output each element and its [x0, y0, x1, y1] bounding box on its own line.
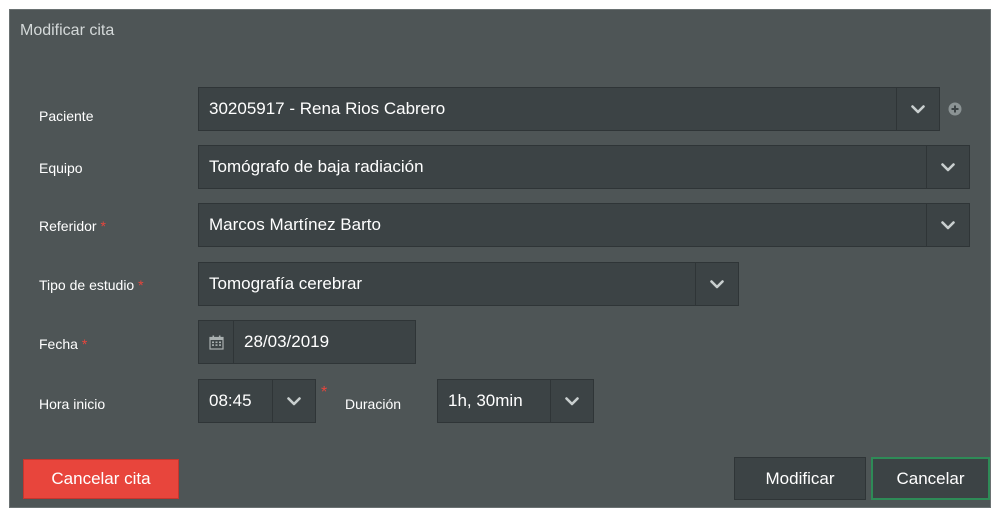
hora-inicio-select[interactable]: 08:45 — [198, 379, 316, 423]
dialog-title: Modificar cita — [20, 22, 115, 39]
hora-inicio-label: Hora inicio — [39, 396, 106, 412]
cancel-button[interactable]: Cancelar — [871, 457, 990, 500]
paciente-label: Paciente — [39, 108, 94, 124]
chevron-down-icon[interactable] — [272, 380, 315, 422]
calendar-icon[interactable] — [199, 321, 234, 363]
required-asterisk: * — [100, 218, 106, 234]
hora-inicio-value: 08:45 — [209, 391, 252, 410]
duracion-select[interactable]: 1h, 30min — [437, 379, 594, 423]
add-patient-button[interactable] — [941, 90, 969, 128]
paciente-value: 30205917 - Rena Rios Cabrero — [209, 99, 446, 118]
cancel-appointment-button[interactable]: Cancelar cita — [23, 459, 179, 499]
required-asterisk: * — [81, 336, 88, 352]
referidor-select[interactable]: Marcos Martínez Barto — [198, 203, 970, 247]
chevron-down-icon[interactable] — [695, 263, 738, 305]
chevron-down-icon[interactable] — [550, 380, 593, 422]
paciente-select[interactable]: 30205917 - Rena Rios Cabrero — [198, 87, 940, 131]
referidor-value: Marcos Martínez Barto — [209, 215, 381, 234]
fecha-value: 28/03/2019 — [244, 332, 330, 351]
chevron-down-icon[interactable] — [926, 204, 969, 246]
referidor-label: Referidor * — [39, 218, 106, 234]
required-asterisk: * — [321, 384, 328, 401]
equipo-value: Tomógrafo de baja radiación — [209, 157, 424, 176]
plus-circle-icon — [948, 102, 962, 116]
fecha-label: Fecha * — [39, 336, 88, 352]
equipo-select[interactable]: Tomógrafo de baja radiación — [198, 145, 970, 189]
duracion-label: Duración — [345, 396, 402, 412]
required-asterisk: * — [138, 277, 144, 293]
equipo-label: Equipo — [39, 160, 83, 176]
fecha-input[interactable]: 28/03/2019 — [198, 320, 416, 364]
tipo-estudio-value: Tomografía cerebrar — [209, 274, 363, 293]
modify-button[interactable]: Modificar — [734, 457, 866, 500]
chevron-down-icon[interactable] — [896, 88, 939, 130]
modify-appointment-dialog: Modificar cita Paciente 30205917 - Rena … — [9, 9, 991, 508]
tipo-estudio-select[interactable]: Tomografía cerebrar — [198, 262, 739, 306]
duracion-value: 1h, 30min — [448, 391, 523, 410]
chevron-down-icon[interactable] — [926, 146, 969, 188]
tipo-estudio-label: Tipo de estudio * — [39, 277, 144, 293]
